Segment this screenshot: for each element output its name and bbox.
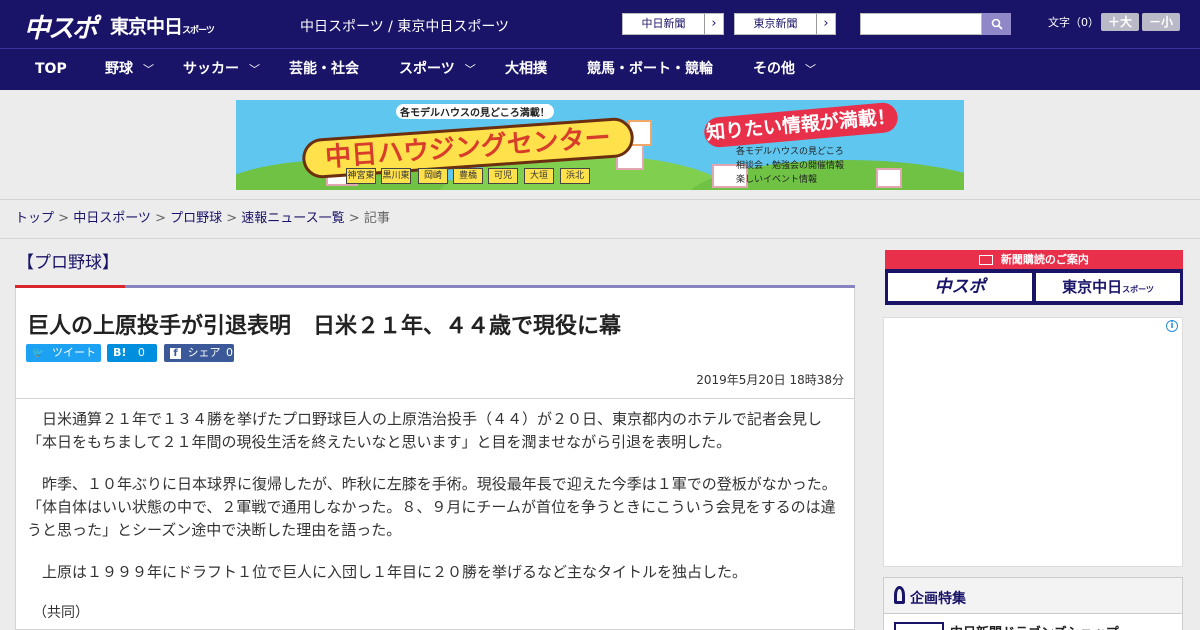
nav-label: 大相撲 [505,61,547,77]
nav-item-other[interactable]: その他 ﹀ [753,49,816,90]
subscribe-tokyo-chunichi-button[interactable]: 東京中日スポーツ [1036,273,1180,301]
search-input[interactable] [860,13,982,35]
feature-title: 企画特集 [910,591,966,607]
subscription-box: 新聞購読のご案内 中スポ 東京中日スポーツ [885,250,1183,305]
main-nav: TOP 野球 ﹀ サッカー ﹀ 芸能・社会 スポーツ ﹀ 大相撲 競馬・ボート・競輪 … [0,48,1200,90]
feature-header: 企画特集 [884,578,1182,614]
font-larger-button[interactable]: ＋大 [1101,13,1139,31]
ad-info-icon[interactable]: i [1166,320,1178,332]
feature-item-link[interactable]: 中日新聞ドラゴンズショップ [950,622,1119,630]
nav-label: スポーツ [399,61,455,77]
nav-label: TOP [35,61,67,77]
top-header: 中スポ 東京中日スポーツ 中日スポーツ / 東京中日スポーツ 中日新聞 › 東京… [0,0,1200,48]
chevron-down-icon: ﹀ [143,63,154,76]
subscribe-tokyo-chunichi-label: 東京中日 [1062,278,1123,296]
nav-item-soccer[interactable]: サッカー ﹀ [183,49,260,90]
nav-label: 競馬・ボート・競輪 [587,61,713,77]
tokyo-chunichi-logo[interactable]: 東京中日スポーツ [110,12,215,39]
chevron-right-icon: › [823,16,829,31]
nav-label: 野球 [105,61,133,77]
nav-item-entertainment[interactable]: 芸能・社会 [289,49,359,90]
search-icon [991,18,1003,30]
twitter-icon: 🐦 [32,348,45,359]
housing-center-banner-ad[interactable]: 各モデルハウスの見どころ満載！ 中日ハウジングセンター 知りたい情報が満載！ 各… [236,100,964,190]
breadcrumb: トップ > 中日スポーツ > プロ野球 > 速報ニュース一覧 > 記事 [0,200,1200,239]
search-button[interactable] [982,13,1011,35]
breadcrumb-link-pro-baseball[interactable]: プロ野球 [170,211,222,226]
tokyo-shimbun-label: 東京新聞 [735,14,817,34]
nav-label: その他 [753,61,795,77]
subscribe-chuspo-button[interactable]: 中スポ [888,273,1032,301]
banner-info-line: 各モデルハウスの見どころ [736,147,844,157]
subscription-header: 新聞購読のご案内 [885,250,1183,269]
chevron-right-icon: › [711,16,717,31]
article-date: 2019年5月20日 18時38分 [696,373,844,387]
banner-location-tag: 岡崎 [418,168,448,184]
article-paragraph: 昨季、１０年ぶりに日本球界に復帰したが、昨秋に左膝を手術。現役最年長で迎えた今季… [27,475,837,539]
banner-location-tag: 浜北 [560,168,590,184]
subscribe-tokyo-chunichi-small: スポーツ [1122,285,1154,294]
banner-location-tag: 可児 [488,168,518,184]
nav-item-baseball[interactable]: 野球 ﹀ [105,49,154,90]
article-headline: 巨人の上原投手が引退表明 日米２１年、４４歳で現役に幕 [27,314,622,339]
font-size-label: 文字（0） [1048,16,1099,29]
newspaper-icon [979,255,994,265]
facebook-share-button[interactable]: f シェア 0 [164,344,234,362]
nav-label: サッカー [183,61,239,77]
font-smaller-button[interactable]: －小 [1142,13,1180,31]
article-paragraph: 日米通算２１年で１３４勝を挙げたプロ野球巨人の上原浩治投手（４４）が２０日、東京… [27,410,823,451]
site-brandline: 中日スポーツ / 東京中日スポーツ [300,19,510,35]
nav-item-sports[interactable]: スポーツ ﹀ [399,49,476,90]
article-category: 【プロ野球】 [17,253,119,273]
hatena-count: 0 [137,346,145,359]
chevron-down-icon: ﹀ [249,63,260,76]
tweet-button[interactable]: 🐦 ツイート [26,344,101,362]
tweet-label: ツイート [51,346,96,359]
banner-subtitle: 各モデルハウスの見どころ満載！ [396,104,554,119]
chunichi-shimbun-button[interactable]: 中日新聞 › [622,13,724,35]
breadcrumb-link-top[interactable]: トップ [15,211,54,226]
divider [16,398,854,399]
breadcrumb-link-news-list[interactable]: 速報ニュース一覧 [241,211,344,226]
nav-item-racing[interactable]: 競馬・ボート・競輪 [587,49,713,90]
banner-info-line: 相談会・勉強会の開催情報 [736,161,845,171]
nav-item-sumo[interactable]: 大相撲 [505,49,547,90]
ad-area: 各モデルハウスの見どころ満載！ 中日ハウジングセンター 知りたい情報が満載！ 各… [0,90,1200,200]
nav-label: 芸能・社会 [289,61,359,77]
banner-location-tag: 大垣 [524,168,554,184]
share-label: シェア [187,346,221,359]
banner-location-tag: 神宮東 [346,168,376,184]
article-body: 巨人の上原投手が引退表明 日米２１年、４４歳で現役に幕 🐦 ツイート B! 0 … [15,288,855,630]
banner-location-tag: 豊橋 [453,168,483,184]
banner-location-tag: 黒川東 [381,168,411,184]
facebook-icon: f [170,348,181,359]
banner-headline: 知りたい情報が満載！ [703,101,899,149]
breadcrumb-link-chunichi-sports[interactable]: 中日スポーツ [73,211,151,226]
banner-info-line: 楽しいイベント情報 [736,175,818,185]
banner-house [876,168,902,188]
subscription-header-label: 新聞購読のご案内 [1000,253,1089,266]
article-paragraph: 上原は１９９９年にドラフト１位で巨人に入団し１年目に２０勝を挙げるなど主なタイト… [42,563,748,581]
hatena-bookmark-button[interactable]: B! 0 [107,344,157,362]
tokyo-chunichi-logo-small: スポーツ [182,26,215,36]
chuspo-logo[interactable]: 中スポ [24,8,98,45]
chevron-down-icon: ﹀ [464,63,476,76]
sidebar-ad[interactable]: i [883,317,1183,567]
share-count: 0 [226,346,233,359]
tokyo-shimbun-button[interactable]: 東京新聞 › [734,13,836,35]
breadcrumb-current: 記事 [363,211,390,226]
nav-item-top[interactable]: TOP [35,49,67,90]
chevron-down-icon: ﹀ [805,63,816,76]
chunichi-shimbun-label: 中日新聞 [623,14,705,34]
hatena-icon: B! [113,346,127,359]
ribbon-icon [894,586,905,604]
article-credit: （共同） [33,605,89,621]
feature-thumbnail[interactable] [894,622,944,630]
feature-section: 企画特集 中日新聞ドラゴンズショップ [883,577,1183,630]
tokyo-chunichi-logo-text: 東京中日 [110,16,183,38]
